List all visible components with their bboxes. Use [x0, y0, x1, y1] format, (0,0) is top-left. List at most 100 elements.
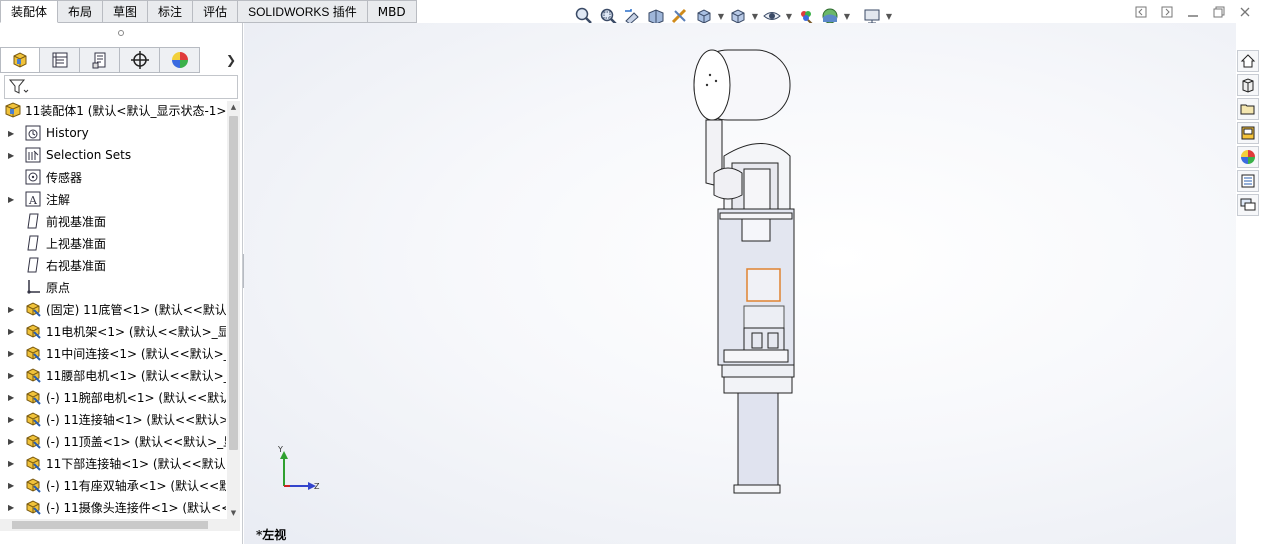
expand-arrow-icon[interactable]: ▶	[8, 437, 18, 446]
tree-item[interactable]: ▶ Selection Sets	[0, 145, 131, 165]
expand-arrow-icon[interactable]: ▶	[8, 327, 18, 336]
part-icon	[24, 344, 42, 362]
tree-item[interactable]: ▶ 11电机架<1> (默认<<默认>_显	[0, 321, 226, 341]
part-icon	[24, 454, 42, 472]
tree-vertical-scrollbar[interactable]: ▲ ▼	[227, 101, 240, 519]
tree-item[interactable]: 原点	[0, 277, 70, 297]
command-manager-tabs: 装配体 布局 草图 标注 评估 SOLIDWORKS 插件 MBD	[0, 0, 417, 23]
expand-arrow-icon[interactable]: ▶	[8, 371, 18, 380]
configurationmanager-tab-icon[interactable]	[80, 47, 120, 73]
expand-arrow-icon[interactable]: ▶	[8, 195, 18, 204]
tree-item[interactable]: ▶ (固定) 11底管<1> (默认<<默认	[0, 299, 226, 319]
tree-item[interactable]: 前视基准面	[0, 211, 106, 231]
tree-item-label: 注解	[46, 192, 71, 207]
expand-arrow-icon[interactable]: ▶	[8, 415, 18, 424]
filter-icon	[8, 79, 29, 94]
tree-item-label: 上视基准面	[46, 236, 107, 251]
triad-z-label: Z	[314, 482, 320, 491]
expand-arrow-icon[interactable]: ▶	[8, 393, 18, 402]
window-controls	[1133, 4, 1253, 20]
tree-item-label: 11下部连接轴<1> (默认<<默认	[46, 456, 226, 471]
tree-item[interactable]: ▶ 11下部连接轴<1> (默认<<默认	[0, 453, 226, 473]
file-explorer-icon[interactable]	[1237, 98, 1259, 120]
tab-layout[interactable]: 布局	[58, 0, 104, 23]
orientation-triad: Y Z	[277, 445, 320, 491]
tree-item-label: 11电机架<1> (默认<<默认>_显	[46, 324, 226, 339]
tree-item-label: (固定) 11底管<1> (默认<<默认	[46, 302, 226, 317]
tree-item[interactable]: ▶ (-) 11摄像头连接件<1> (默认<<	[0, 497, 226, 517]
scroll-down-arrow-icon[interactable]: ▼	[227, 507, 240, 519]
expand-arrow-icon[interactable]: ▶	[8, 151, 18, 160]
tree-item[interactable]: 右视基准面	[0, 255, 106, 275]
tree-root-assembly[interactable]: 11装配体1 (默认<默认_显示状态-1>)	[4, 101, 226, 119]
maximize-icon[interactable]	[1211, 4, 1227, 20]
tree-item-label: 传感器	[46, 170, 83, 185]
feature-tree: 11装配体1 (默认<默认_显示状态-1>) ▶ History ▶ Selectio…	[0, 99, 226, 544]
appearances-icon[interactable]	[1237, 146, 1259, 168]
assembly-model[interactable]: Y Z	[244, 23, 1236, 544]
expand-arrow-icon[interactable]: ▶	[8, 349, 18, 358]
tree-item[interactable]: ▶ A 注解	[0, 189, 70, 209]
tree-item-label: Selection Sets	[46, 148, 132, 162]
tab-evaluate[interactable]: 评估	[193, 0, 239, 23]
sensor-icon	[24, 168, 42, 186]
part-icon	[24, 476, 42, 494]
expand-arrow-icon[interactable]: ▶	[8, 481, 18, 490]
panel-grip[interactable]	[0, 23, 242, 43]
expand-arrow-icon[interactable]: ▶	[8, 459, 18, 468]
restore-right-icon[interactable]	[1159, 4, 1175, 20]
svg-text:A: A	[28, 194, 38, 207]
tree-item[interactable]: 上视基准面	[0, 233, 106, 253]
tree-filter[interactable]	[4, 75, 238, 99]
display-manager-tab-icon[interactable]	[160, 47, 200, 73]
plane-icon	[24, 212, 42, 230]
plane-icon	[24, 256, 42, 274]
scroll-thumb[interactable]	[229, 116, 238, 450]
forum-icon[interactable]	[1237, 194, 1259, 216]
tree-item-label: 前视基准面	[46, 214, 107, 229]
minimize-icon[interactable]	[1185, 4, 1201, 20]
feature-manager-panel: ❯ 11装配体1 (默认<默认_显示状态-1>) ▶ History ▶ Select…	[0, 23, 243, 544]
tab-solidworks-addins[interactable]: SOLIDWORKS 插件	[238, 0, 368, 23]
solidworks-resources-icon[interactable]	[1237, 50, 1259, 72]
tab-markup[interactable]: 标注	[148, 0, 194, 23]
graphics-viewport[interactable]: Y Z	[244, 23, 1236, 544]
tree-item-label: (-) 11腕部电机<1> (默认<<默认	[46, 390, 226, 405]
tree-horizontal-scrollbar[interactable]	[0, 519, 240, 531]
custom-properties-icon[interactable]	[1237, 170, 1259, 192]
expand-arrow-icon[interactable]: ▶	[8, 129, 18, 138]
tree-item[interactable]: ▶ History	[0, 123, 89, 143]
restore-left-icon[interactable]	[1133, 4, 1149, 20]
tree-item[interactable]: ▶ 11中间连接<1> (默认<<默认>_	[0, 343, 226, 363]
tree-item[interactable]: ▶ 11腰部电机<1> (默认<<默认>_	[0, 365, 226, 385]
tree-item[interactable]: ▶ (-) 11有座双轴承<1> (默认<<默	[0, 475, 226, 495]
propertymanager-tab-icon[interactable]	[40, 47, 80, 73]
scroll-thumb[interactable]	[12, 521, 208, 529]
tab-mbd[interactable]: MBD	[367, 0, 417, 23]
close-icon[interactable]	[1237, 4, 1253, 20]
part-icon	[24, 498, 42, 516]
part-icon	[24, 322, 42, 340]
part-icon	[24, 410, 42, 428]
triad-y-label: Y	[277, 445, 283, 454]
annotation-icon: A	[24, 190, 42, 208]
tree-item[interactable]: ▶ (-) 11连接轴<1> (默认<<默认>	[0, 409, 226, 429]
tab-sketch[interactable]: 草图	[103, 0, 149, 23]
tree-item-label: History	[46, 126, 89, 140]
expand-arrow-icon[interactable]: ▶	[8, 305, 18, 314]
part-icon	[24, 366, 42, 384]
feature-manager-tabs	[0, 47, 200, 73]
design-library-icon[interactable]	[1237, 74, 1259, 96]
selection-sets-icon	[24, 146, 42, 164]
tree-item[interactable]: ▶ (-) 11腕部电机<1> (默认<<默认	[0, 387, 226, 407]
featuremanager-tab-icon[interactable]	[0, 47, 40, 73]
expand-arrow-icon[interactable]: ▶	[8, 503, 18, 512]
tree-item-label: (-) 11有座双轴承<1> (默认<<默	[46, 478, 226, 493]
chevron-right-icon[interactable]: ❯	[222, 47, 240, 73]
dimxpert-tab-icon[interactable]	[120, 47, 160, 73]
scroll-up-arrow-icon[interactable]: ▲	[227, 101, 240, 113]
view-palette-icon[interactable]	[1237, 122, 1259, 144]
tree-item[interactable]: ▶ (-) 11顶盖<1> (默认<<默认>_显	[0, 431, 226, 451]
tab-assembly[interactable]: 装配体	[0, 0, 59, 23]
tree-item[interactable]: 传感器	[0, 167, 82, 187]
